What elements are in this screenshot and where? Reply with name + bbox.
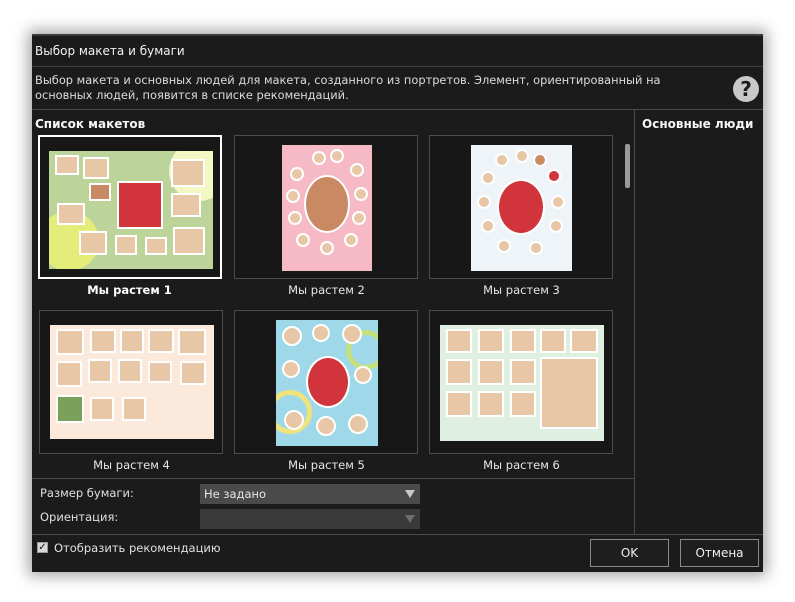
- layout-label-4: Мы растем 4: [93, 458, 170, 472]
- layout-label-6: Мы растем 6: [483, 458, 560, 472]
- divider: [32, 478, 634, 479]
- chevron-down-icon: [405, 490, 415, 498]
- layout-thumbnail-6: [440, 325, 604, 441]
- layout-list-scrollbar[interactable]: [625, 144, 630, 188]
- layout-label-3: Мы растем 3: [483, 283, 560, 297]
- layout-paper-dialog: Выбор макета и бумаги Выбор макета и осн…: [32, 34, 763, 572]
- layout-tile-5[interactable]: [234, 310, 418, 454]
- layout-list-title: Список макетов: [35, 117, 146, 131]
- cancel-button[interactable]: Отмена: [680, 539, 759, 567]
- layout-tile-1[interactable]: [38, 135, 222, 279]
- paper-size-value: Не задано: [204, 487, 267, 501]
- layout-label-2: Мы растем 2: [288, 283, 365, 297]
- divider: [32, 534, 763, 535]
- layout-thumbnail-3: [471, 145, 572, 271]
- layout-thumbnail-1: [49, 151, 213, 269]
- chevron-down-icon: [405, 515, 415, 523]
- show-recommendation-label: Отобразить рекомендацию: [54, 541, 221, 555]
- layout-tile-2[interactable]: [234, 135, 418, 279]
- layout-label-1: Мы растем 1: [87, 283, 172, 297]
- paper-size-label: Размер бумаги:: [40, 486, 134, 500]
- dialog-title: Выбор макета и бумаги: [35, 44, 185, 58]
- orientation-select[interactable]: [200, 509, 420, 529]
- layout-tile-3[interactable]: [429, 135, 613, 279]
- layout-list-pane: Список макетов Мы растем 1 Мы растем 2 М…: [32, 110, 634, 534]
- layout-thumbnail-4: [50, 325, 214, 439]
- layout-thumbnail-2: [282, 145, 372, 271]
- main-people-pane: Основные люди: [634, 110, 764, 534]
- dialog-description: Выбор макета и основных людей для макета…: [35, 73, 661, 102]
- ok-button[interactable]: OK: [590, 539, 669, 567]
- paper-size-select[interactable]: Не задано: [200, 484, 420, 504]
- layout-label-5: Мы растем 5: [288, 458, 365, 472]
- main-people-title: Основные люди: [642, 117, 754, 131]
- layout-tile-6[interactable]: [429, 310, 613, 454]
- show-recommendation-checkbox[interactable]: ✓: [37, 542, 48, 553]
- layout-tile-4[interactable]: [39, 310, 223, 454]
- question-icon[interactable]: ?: [733, 76, 759, 102]
- dialog-title-bar: Выбор макета и бумаги: [32, 36, 763, 67]
- layout-thumbnail-5: [276, 320, 378, 446]
- orientation-label: Ориентация:: [40, 510, 119, 524]
